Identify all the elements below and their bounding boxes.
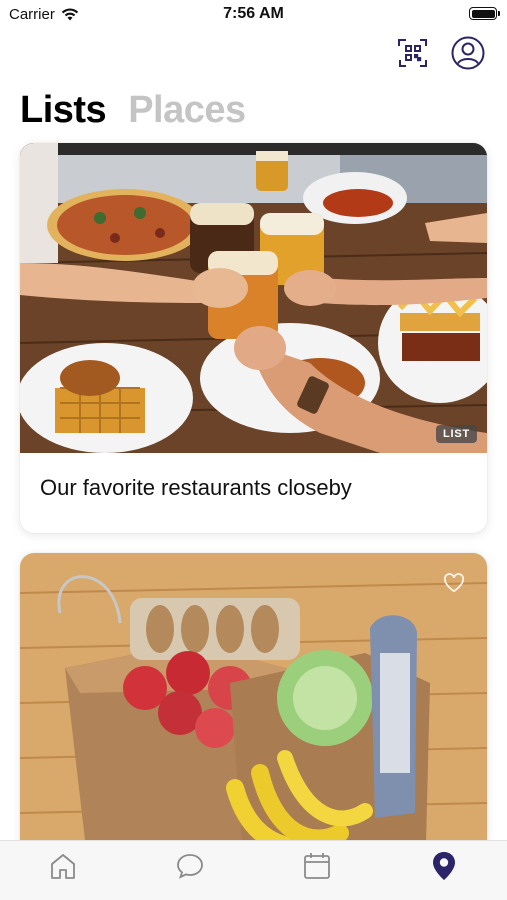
user-circle-icon xyxy=(451,36,485,70)
status-time: 7:56 AM xyxy=(223,5,284,22)
map-pin-icon xyxy=(432,852,455,880)
list-card[interactable] xyxy=(20,553,487,883)
tab-chat[interactable] xyxy=(160,849,220,883)
home-icon xyxy=(51,854,76,879)
tab-places[interactable]: Places xyxy=(128,88,246,132)
battery-icon xyxy=(469,7,500,20)
card-image xyxy=(20,553,487,883)
tab-calendar[interactable] xyxy=(287,849,347,883)
list-badge: LIST xyxy=(435,425,477,443)
status-bar: Carrier 7:56 AM xyxy=(0,0,507,30)
card-title: Our favorite restaurants closeby xyxy=(40,475,352,500)
tab-map[interactable] xyxy=(414,849,474,883)
screen: Carrier 7:56 AM Lists Places LIST Our fa… xyxy=(0,0,507,900)
tab-bar xyxy=(0,840,507,900)
qr-code-icon xyxy=(398,39,427,67)
tab-lists[interactable]: Lists xyxy=(20,88,107,132)
card-image: LIST xyxy=(20,143,487,453)
profile-button[interactable] xyxy=(451,36,485,70)
grocery-bags-photo xyxy=(20,553,487,883)
qr-code-button[interactable] xyxy=(396,36,430,70)
heart-outline-icon[interactable] xyxy=(443,573,465,593)
calendar-icon xyxy=(303,853,330,879)
tab-home[interactable] xyxy=(33,849,93,883)
segment-control: Lists Places xyxy=(20,88,246,132)
restaurant-table-photo xyxy=(20,143,487,453)
list-card[interactable]: LIST Our favorite restaurants closeby xyxy=(20,143,487,533)
chat-bubble-icon xyxy=(177,854,204,879)
